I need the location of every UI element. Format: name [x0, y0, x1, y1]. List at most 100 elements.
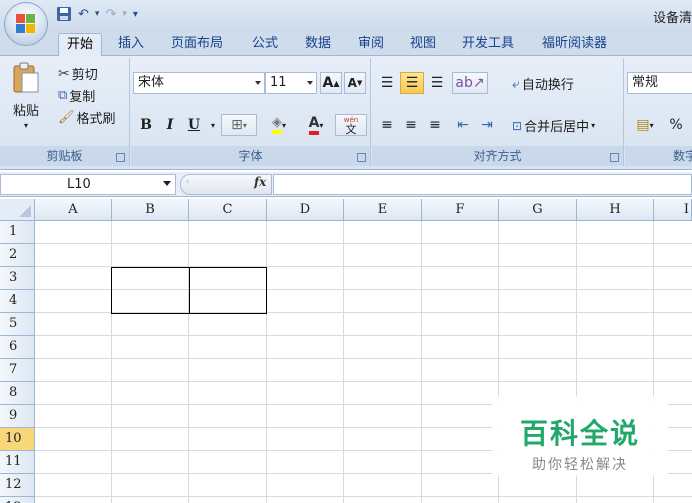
grid-cell[interactable]	[499, 497, 577, 503]
grid-cell[interactable]	[189, 221, 267, 244]
grid-cell[interactable]	[112, 497, 189, 503]
row-header-5[interactable]: 5	[0, 313, 35, 336]
paste-dropdown-icon[interactable]: ▾	[24, 121, 28, 130]
grid-cell[interactable]	[422, 405, 499, 428]
align-top-button[interactable]: ☰	[376, 72, 398, 94]
copy-button[interactable]: ⧉ 复制	[58, 86, 95, 105]
font-launcher-icon[interactable]	[357, 153, 366, 162]
grid-cell[interactable]	[344, 428, 422, 451]
column-header-f[interactable]: F	[422, 199, 499, 221]
grid-cell[interactable]	[112, 221, 189, 244]
grid-cell[interactable]	[344, 359, 422, 382]
grid-cell[interactable]	[344, 497, 422, 503]
tab-view[interactable]: 视图	[402, 33, 444, 56]
grid-cell[interactable]	[422, 313, 499, 336]
undo-dropdown-icon[interactable]: ▾	[95, 9, 100, 19]
grid-cell[interactable]	[189, 474, 267, 497]
grid-cell[interactable]	[267, 244, 344, 267]
borders-button[interactable]: ⊞ ▾	[221, 114, 257, 136]
grid-cell[interactable]	[577, 359, 654, 382]
grow-font-button[interactable]: A ▲	[320, 72, 342, 94]
row-header-7[interactable]: 7	[0, 359, 35, 382]
grid-cell[interactable]	[267, 290, 344, 313]
redo-icon[interactable]: ↷	[105, 7, 116, 22]
grid-cell[interactable]	[267, 497, 344, 503]
row-header-4[interactable]: 4	[0, 290, 35, 313]
row-header-11[interactable]: 11	[0, 451, 35, 474]
grid-cell[interactable]	[654, 221, 692, 244]
tab-home[interactable]: 开始	[58, 33, 103, 56]
customize-qat-icon[interactable]: ▾	[133, 9, 138, 20]
grid-cell[interactable]	[499, 244, 577, 267]
grid-cell[interactable]	[654, 359, 692, 382]
grid-cell[interactable]	[577, 336, 654, 359]
grid-cell[interactable]	[267, 474, 344, 497]
grid-cell[interactable]	[267, 267, 344, 290]
grid-cell[interactable]	[35, 221, 112, 244]
insert-function-icon[interactable]: fx	[254, 175, 266, 189]
grid-cell[interactable]	[577, 313, 654, 336]
grid-cell[interactable]	[112, 474, 189, 497]
grid-cell[interactable]	[577, 244, 654, 267]
grid-cell[interactable]	[267, 313, 344, 336]
grid-cell[interactable]	[112, 336, 189, 359]
grid-cell[interactable]	[112, 313, 189, 336]
row-header-12[interactable]: 12	[0, 474, 35, 497]
grid-cell[interactable]	[189, 405, 267, 428]
bold-button[interactable]: B	[135, 114, 157, 136]
grid-cell[interactable]	[35, 313, 112, 336]
grid-cell[interactable]	[422, 497, 499, 503]
grid-cell[interactable]	[189, 497, 267, 503]
grid-cell[interactable]	[422, 221, 499, 244]
grid-cell[interactable]	[577, 267, 654, 290]
grid-cell[interactable]	[267, 428, 344, 451]
column-header-i[interactable]: I	[654, 199, 692, 221]
grid-cell[interactable]	[267, 405, 344, 428]
wrap-text-button[interactable]: ⤶ 自动换行	[512, 74, 574, 94]
merge-center-button[interactable]: ⊡ 合并后居中 ▾	[512, 116, 595, 136]
italic-button[interactable]: I	[159, 114, 181, 136]
grid-cell[interactable]	[112, 359, 189, 382]
grid-cell[interactable]	[189, 313, 267, 336]
underline-button[interactable]: U	[183, 114, 205, 136]
tab-insert[interactable]: 插入	[110, 33, 152, 56]
grid-cell[interactable]	[654, 336, 692, 359]
grid-cell[interactable]	[344, 244, 422, 267]
row-header-1[interactable]: 1	[0, 221, 35, 244]
tab-developer[interactable]: 开发工具	[454, 33, 522, 56]
grid-cell[interactable]	[577, 221, 654, 244]
grid-cell[interactable]	[267, 382, 344, 405]
align-bottom-button[interactable]: ☰	[426, 72, 448, 94]
grid-cell[interactable]	[35, 359, 112, 382]
grid-cell[interactable]	[112, 405, 189, 428]
row-header-6[interactable]: 6	[0, 336, 35, 359]
grid-cell[interactable]	[422, 382, 499, 405]
grid-cell[interactable]	[344, 382, 422, 405]
fill-color-button[interactable]: ◈ ▾	[261, 114, 297, 136]
grid-cell[interactable]	[189, 336, 267, 359]
save-icon[interactable]	[56, 6, 72, 22]
grid-cell[interactable]	[344, 221, 422, 244]
grid-cell[interactable]	[499, 313, 577, 336]
grid-cell[interactable]	[112, 451, 189, 474]
merge-dropdown-icon[interactable]: ▾	[591, 121, 595, 130]
percent-button[interactable]: %	[665, 114, 687, 136]
grid-cell[interactable]	[577, 290, 654, 313]
grid-cell[interactable]	[267, 451, 344, 474]
grid-cell[interactable]	[654, 290, 692, 313]
font-color-button[interactable]: A ▾	[299, 114, 333, 136]
row-header-8[interactable]: 8	[0, 382, 35, 405]
grid-cell[interactable]	[35, 382, 112, 405]
grid-cell[interactable]	[654, 244, 692, 267]
row-header-3[interactable]: 3	[0, 267, 35, 290]
grid-cell[interactable]	[499, 474, 577, 497]
select-all-button[interactable]	[0, 199, 35, 221]
tab-page-layout[interactable]: 页面布局	[163, 33, 231, 56]
grid-cell[interactable]	[344, 290, 422, 313]
grid-cell[interactable]	[189, 359, 267, 382]
tab-review[interactable]: 审阅	[350, 33, 392, 56]
grid-cell[interactable]	[267, 359, 344, 382]
column-header-b[interactable]: B	[112, 199, 189, 221]
grid-cell[interactable]	[344, 267, 422, 290]
underline-dropdown-icon[interactable]: ▾	[207, 114, 219, 136]
